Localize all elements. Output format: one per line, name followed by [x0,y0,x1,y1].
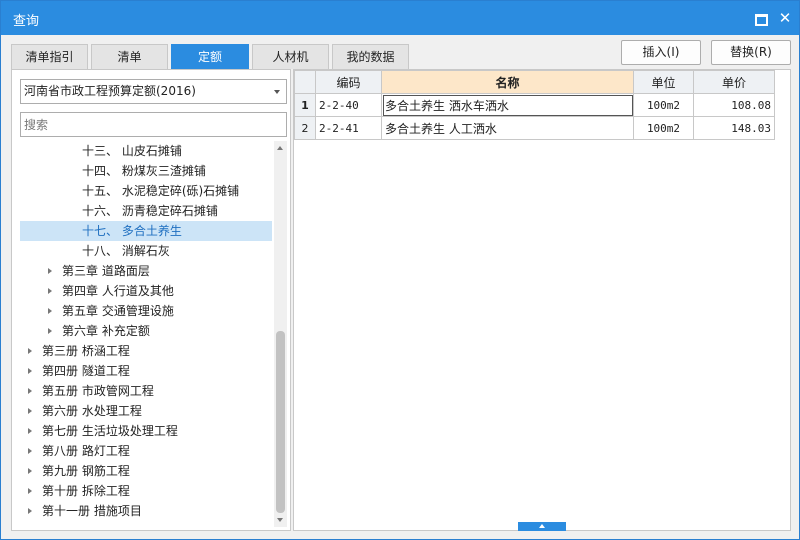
cell-unit[interactable]: 100m2 [633,93,694,117]
tree-item-label: 十八、 消解石灰 [82,244,170,258]
replace-button[interactable]: 替换(R) [711,40,791,65]
tree-item-label: 第八册 路灯工程 [42,444,130,458]
tree-scrollbar[interactable] [274,141,287,527]
tree-expand-icon[interactable] [28,508,32,514]
cell-price[interactable]: 148.03 [693,116,775,140]
tree-item[interactable]: 第四章 人行道及其他 [20,281,272,301]
tree-item[interactable]: 第八册 路灯工程 [20,441,272,461]
collapse-up-icon[interactable] [518,522,566,531]
tree-item[interactable]: 十三、 山皮石摊铺 [20,141,272,161]
table-row[interactable]: 1 2-2-40 多合土养生 洒水车洒水 100m2 108.08 [294,93,775,117]
tree-item[interactable]: 十四、 粉煤灰三渣摊铺 [20,161,272,181]
tab-my-data[interactable]: 我的数据 [332,44,409,69]
tree-item-label: 第十一册 措施项目 [42,504,142,518]
tree-expand-icon[interactable] [28,388,32,394]
scroll-down-icon[interactable] [277,518,283,522]
chapter-tree: 十三、 山皮石摊铺 十四、 粉煤灰三渣摊铺 十五、 水泥稳定碎(砾)石摊铺 十六… [20,141,272,527]
tree-item-label: 第十册 拆除工程 [42,484,130,498]
scroll-up-icon[interactable] [277,146,283,150]
tree-item[interactable]: 第六章 补充定额 [20,321,272,341]
tree-expand-icon[interactable] [28,428,32,434]
maximize-icon[interactable] [752,10,768,26]
library-panel: 河南省市政工程预算定额(2016) 十三、 山皮石摊铺 十四、 粉煤灰三渣摊铺 … [11,69,291,531]
results-table: 编码 名称 单位 单价 1 2-2-40 多合土养生 洒水车洒水 100m2 1… [294,70,775,140]
library-select[interactable]: 河南省市政工程预算定额(2016) [20,79,287,104]
tree-item-label: 十四、 粉煤灰三渣摊铺 [82,164,206,178]
tree-item[interactable]: 十八、 消解石灰 [20,241,272,261]
tab-quota[interactable]: 定额 [171,44,249,69]
dropdown-arrow-icon[interactable] [274,90,280,94]
row-number: 1 [294,93,316,117]
tree-item[interactable]: 第十一册 措施项目 [20,501,272,521]
window-title: 查询 [13,14,40,29]
close-icon[interactable]: ✕ [777,10,793,26]
column-header-name[interactable]: 名称 [381,70,634,94]
column-header-price[interactable]: 单价 [693,70,775,94]
tree-item-label: 第六章 补充定额 [62,324,150,338]
tree-item-label: 第七册 生活垃圾处理工程 [42,424,178,438]
tree-expand-icon[interactable] [28,468,32,474]
column-header-code[interactable]: 编码 [315,70,382,94]
tree-item-label: 十六、 沥青稳定碎石摊铺 [82,204,218,218]
tree-expand-icon[interactable] [28,448,32,454]
query-dialog: 查询 ✕ 清单指引 清单 定额 人材机 我的数据 插入(I) 替换(R) 河南省… [0,0,800,540]
tree-item[interactable]: 第九册 钢筋工程 [20,461,272,481]
tree-expand-icon[interactable] [28,368,32,374]
cell-price[interactable]: 108.08 [693,93,775,117]
cell-code[interactable]: 2-2-40 [315,93,382,117]
search-input[interactable] [20,112,287,137]
cell-name[interactable]: 多合土养生 人工洒水 [381,116,634,140]
tree-expand-icon[interactable] [48,268,52,274]
tree-item[interactable]: 第三册 桥涵工程 [20,341,272,361]
insert-button[interactable]: 插入(I) [621,40,701,65]
scrollbar-thumb[interactable] [276,331,285,513]
title-bar[interactable]: 查询 ✕ [1,1,799,35]
tree-expand-icon[interactable] [48,288,52,294]
tree-item[interactable]: 第七册 生活垃圾处理工程 [20,421,272,441]
tree-item[interactable]: 第四册 隧道工程 [20,361,272,381]
tree-item[interactable]: 第六册 水处理工程 [20,401,272,421]
tree-item-selected[interactable]: 十七、 多合土养生 [20,221,272,241]
tree-item[interactable]: 十五、 水泥稳定碎(砾)石摊铺 [20,181,272,201]
tree-item-label: 第五章 交通管理设施 [62,304,174,318]
tree-expand-icon[interactable] [28,408,32,414]
tree-item-label: 第六册 水处理工程 [42,404,142,418]
row-number: 2 [294,116,316,140]
tree-item-label: 十七、 多合土养生 [82,224,182,238]
tree-item[interactable]: 第五章 交通管理设施 [20,301,272,321]
tree-item-label: 第五册 市政管网工程 [42,384,154,398]
tab-labor-material-machine[interactable]: 人材机 [252,44,329,69]
tree-item[interactable]: 十六、 沥青稳定碎石摊铺 [20,201,272,221]
tree-item-label: 第四册 隧道工程 [42,364,130,378]
tree-expand-icon[interactable] [28,488,32,494]
tree-item-label: 十五、 水泥稳定碎(砾)石摊铺 [82,184,240,198]
corner-cell [294,70,316,94]
tree-item-label: 第三章 道路面层 [62,264,150,278]
library-select-value: 河南省市政工程预算定额(2016) [24,84,196,98]
tab-list[interactable]: 清单 [91,44,168,69]
cell-code[interactable]: 2-2-41 [315,116,382,140]
tree-expand-icon[interactable] [28,348,32,354]
tree-item-label: 第四章 人行道及其他 [62,284,174,298]
column-header-unit[interactable]: 单位 [633,70,694,94]
cell-unit[interactable]: 100m2 [633,116,694,140]
tree-expand-icon[interactable] [48,328,52,334]
tree-expand-icon[interactable] [48,308,52,314]
tree-item-label: 十三、 山皮石摊铺 [82,144,182,158]
tree-item[interactable]: 第三章 道路面层 [20,261,272,281]
table-row[interactable]: 2 2-2-41 多合土养生 人工洒水 100m2 148.03 [294,116,775,140]
tab-list-guide[interactable]: 清单指引 [11,44,88,69]
tree-item-label: 第三册 桥涵工程 [42,344,130,358]
table-header-row: 编码 名称 单位 单价 [294,70,775,94]
cell-name[interactable]: 多合土养生 洒水车洒水 [381,93,634,117]
tree-item-label: 第九册 钢筋工程 [42,464,130,478]
results-panel: 编码 名称 单位 单价 1 2-2-40 多合土养生 洒水车洒水 100m2 1… [293,69,791,531]
tree-item[interactable]: 第五册 市政管网工程 [20,381,272,401]
tree-item[interactable]: 第十册 拆除工程 [20,481,272,501]
